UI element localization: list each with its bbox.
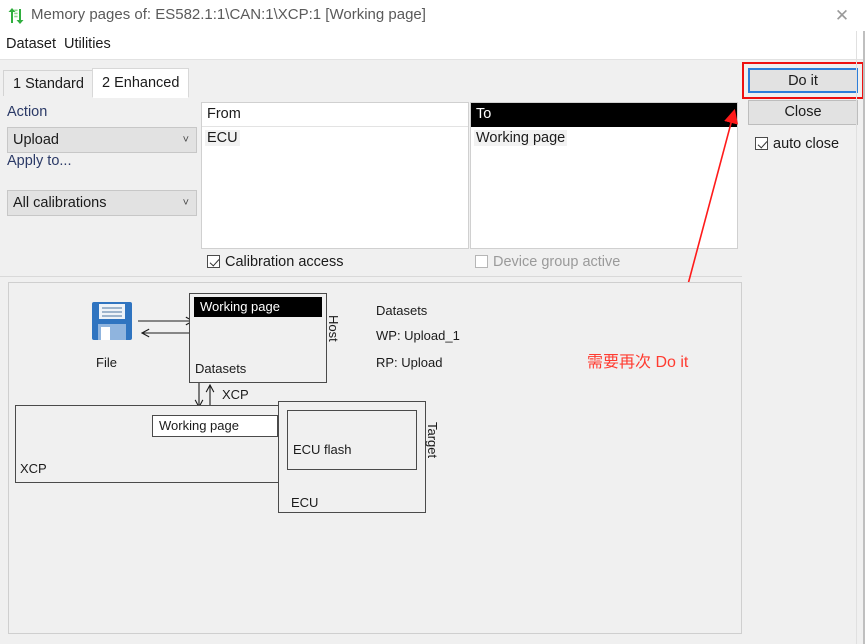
- ecu-box-caption: ECU: [291, 495, 319, 510]
- menu-item-utilities[interactable]: Utilities: [64, 36, 111, 52]
- enhanced-tab-panel: Action Upload ˅ Apply to... All calibrat…: [0, 97, 742, 275]
- host-wp-label: WP: Upload_1: [376, 328, 460, 343]
- list-item[interactable]: ECU: [205, 130, 240, 146]
- tab-enhanced[interactable]: 2 Enhanced: [92, 68, 190, 98]
- datasets-selected-item[interactable]: Working page: [194, 297, 322, 317]
- menu-item-dataset[interactable]: Dataset: [6, 36, 56, 52]
- chevron-down-icon: ˅: [182, 134, 189, 146]
- calibration-access-checkbox[interactable]: Calibration access: [207, 254, 343, 270]
- xcp-working-page-box[interactable]: Working page: [152, 415, 278, 437]
- chevron-down-icon: ˅: [182, 197, 189, 209]
- menu-bar: Dataset Utilities: [0, 31, 865, 60]
- ecu-flash-box: [287, 410, 417, 470]
- target-label: Target: [425, 422, 440, 459]
- xcp-box-caption: XCP: [20, 461, 47, 476]
- checkbox-box: [475, 255, 488, 268]
- window-title: Memory pages of: ES582.1:1\CAN:1\XCP:1 […: [31, 6, 426, 23]
- floppy-disk-icon: [89, 298, 135, 344]
- from-list-header[interactable]: From: [202, 103, 468, 127]
- calibration-access-label: Calibration access: [225, 254, 344, 270]
- menu-divider: [0, 59, 865, 60]
- close-icon[interactable]: ✕: [819, 0, 865, 31]
- action-dropdown[interactable]: Upload ˅: [7, 127, 197, 153]
- checkbox-box: [207, 255, 220, 268]
- action-label: Action: [7, 104, 48, 120]
- apply-to-label: Apply to...: [7, 153, 72, 169]
- do-it-button[interactable]: Do it: [748, 68, 858, 93]
- ecu-flash-label: ECU flash: [293, 442, 352, 457]
- auto-close-label: auto close: [773, 136, 840, 152]
- list-item[interactable]: Working page: [474, 130, 568, 146]
- annotation-text: 需要再次 Do it: [587, 354, 689, 371]
- action-dropdown-value: Upload: [13, 132, 59, 148]
- transfer-arrows-icon: [7, 7, 25, 25]
- apply-to-dropdown-value: All calibrations: [13, 195, 107, 211]
- host-datasets-label: Datasets: [376, 303, 428, 318]
- close-button[interactable]: Close: [748, 100, 858, 125]
- host-rp-label: RP: Upload: [376, 355, 443, 370]
- apply-to-dropdown[interactable]: All calibrations ˅: [7, 190, 197, 216]
- panel-divider: [0, 276, 742, 277]
- xcp-link-label: XCP: [222, 387, 249, 402]
- title-bar: Memory pages of: ES582.1:1\CAN:1\XCP:1 […: [0, 0, 865, 31]
- datasets-box-caption: Datasets: [195, 361, 247, 376]
- device-group-active-checkbox: Device group active: [475, 254, 620, 270]
- auto-close-checkbox[interactable]: auto close: [755, 136, 839, 152]
- tab-strip: 1 Standard 2 Enhanced: [0, 68, 742, 98]
- memory-page-diagram: File Working page Datasets Host Datasets…: [8, 282, 742, 634]
- tab-standard[interactable]: 1 Standard: [3, 70, 94, 96]
- from-listbox[interactable]: From ECU: [201, 102, 469, 249]
- file-label: File: [96, 355, 117, 370]
- host-label: Host: [326, 315, 341, 342]
- panel-right-edge: [856, 31, 857, 644]
- memory-pages-window: Memory pages of: ES582.1:1\CAN:1\XCP:1 […: [0, 0, 865, 644]
- device-group-active-label: Device group active: [493, 254, 621, 270]
